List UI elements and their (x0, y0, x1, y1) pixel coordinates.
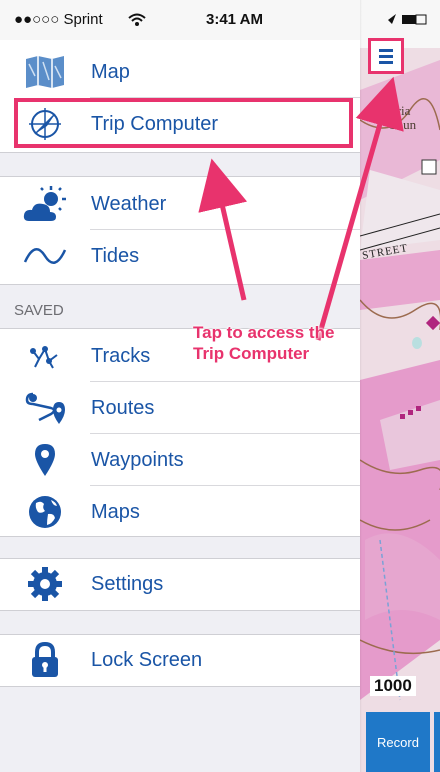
waypoint-pin-icon (22, 441, 68, 479)
divider (0, 686, 360, 687)
menu-item-routes[interactable]: Routes (0, 382, 360, 434)
wifi-icon (128, 13, 146, 26)
menu-item-label: Lock Screen (91, 649, 203, 671)
status-time: 3:41 AM (206, 11, 263, 28)
menu-group-settings: Settings (0, 558, 360, 610)
divider (0, 536, 360, 537)
menu-toggle-button[interactable] (368, 38, 404, 74)
tracks-icon (22, 337, 68, 375)
record-button[interactable]: Record (366, 712, 430, 772)
status-bar: ●●○○○ Sprint 3:41 AM (0, 0, 360, 40)
map-view[interactable]: Bria Coun STREET 1000 Record (360, 0, 440, 772)
divider (0, 284, 360, 285)
menu-item-map[interactable]: Map (0, 46, 360, 98)
menu-item-maps[interactable]: Maps (0, 486, 360, 538)
tides-icon (22, 237, 68, 275)
map-scale-label: 1000 (370, 676, 416, 696)
menu-item-lock-screen[interactable]: Lock Screen (0, 634, 360, 686)
annotation-callout: Tap to access the Trip Computer (193, 323, 335, 363)
menu-item-label: Routes (91, 397, 155, 419)
menu-item-label: Weather (91, 193, 167, 215)
menu-item-settings[interactable]: Settings (0, 558, 360, 610)
carrier-label: ●●○○○ Sprint (14, 11, 103, 28)
divider (0, 176, 360, 177)
next-toolbar-button[interactable] (434, 712, 440, 772)
map-place-label: Bria Coun (388, 103, 417, 132)
side-menu: Map Trip Computer Weather Tides SAVED Tr… (0, 40, 360, 772)
location-battery-icons (388, 14, 427, 25)
divider (0, 610, 360, 611)
menu-item-label: Map (91, 61, 130, 83)
lock-icon (22, 641, 68, 679)
globe-icon (22, 493, 68, 531)
menu-item-label: Settings (91, 573, 164, 595)
menu-item-label: Waypoints (91, 449, 184, 471)
menu-item-waypoints[interactable]: Waypoints (0, 434, 360, 486)
map-icon (22, 53, 68, 91)
gear-icon (22, 565, 68, 603)
divider (0, 152, 360, 153)
saved-section-header: SAVED (14, 302, 64, 319)
menu-item-label: Tides (91, 245, 140, 267)
routes-icon (22, 389, 68, 427)
menu-item-label: Maps (91, 501, 140, 523)
menu-item-weather[interactable]: Weather (0, 178, 360, 230)
trip-computer-highlight (14, 98, 353, 148)
menu-group-lock: Lock Screen (0, 634, 360, 686)
menu-group-conditions: Weather Tides (0, 176, 360, 284)
weather-icon (22, 185, 68, 223)
menu-item-tides[interactable]: Tides (0, 230, 360, 282)
menu-item-label: Tracks (91, 345, 151, 367)
